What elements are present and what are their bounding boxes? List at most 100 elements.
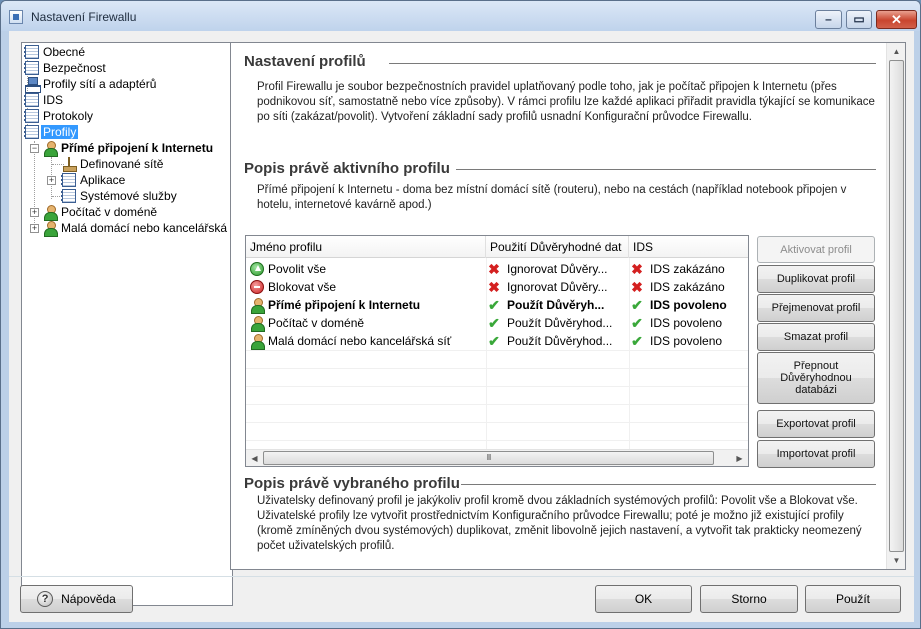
tree-item-defined-networks[interactable]: Definované sítě: [62, 156, 165, 172]
row-separator: [246, 422, 748, 423]
document-icon: [24, 93, 39, 107]
horizontal-scrollbar[interactable]: ◀ III ▶: [246, 449, 748, 466]
tree-item-protokoly[interactable]: Protokoly: [24, 108, 95, 124]
scroll-down-icon[interactable]: ▼: [889, 553, 904, 568]
cross-icon: ✖: [631, 261, 643, 277]
delete-profile-button[interactable]: Smazat profil: [757, 323, 875, 351]
scroll-up-icon[interactable]: ▲: [889, 44, 904, 59]
close-button[interactable]: ✕: [876, 10, 917, 29]
column-header-trusted[interactable]: Použití Důvěryhodné dat: [486, 236, 629, 258]
footer-divider: [9, 576, 914, 577]
profiles-list-header: Jméno profilu Použití Důvěryhodné dat ID…: [246, 236, 748, 258]
person-icon: [250, 316, 265, 332]
expand-icon[interactable]: +: [30, 224, 39, 233]
tree-item-domain-computer[interactable]: Počítač v doméně: [43, 204, 159, 221]
cross-icon: ✖: [631, 279, 643, 295]
ids-value: IDS povoleno: [650, 316, 723, 330]
ok-button[interactable]: OK: [595, 585, 692, 613]
profile-name: Povolit vše: [268, 262, 327, 276]
tree-item-profily[interactable]: Profily: [24, 124, 79, 140]
tree-item-direct-connection[interactable]: Přímé připojení k Internetu: [43, 140, 215, 157]
vertical-scroll-thumb[interactable]: [889, 60, 904, 552]
table-row[interactable]: Blokovat vše ✖ Ignorovat Důvěry... ✖ IDS z…: [246, 278, 748, 296]
duplicate-profile-button[interactable]: Duplikovat profil: [757, 265, 875, 293]
profile-name: Počítač v doméně: [268, 316, 365, 330]
row-separator: [246, 386, 748, 387]
row-separator: [246, 440, 748, 441]
trusted-data-value: Použít Důvěryhod...: [507, 334, 613, 348]
minimize-button[interactable]: –: [815, 10, 842, 29]
collapse-icon[interactable]: −: [30, 144, 39, 153]
maximize-icon: ▭: [853, 12, 865, 26]
app-icon: [9, 10, 23, 24]
person-icon: [250, 334, 265, 350]
apply-button[interactable]: Použít: [805, 585, 901, 613]
activate-profile-button[interactable]: Aktivovat profil: [757, 236, 875, 263]
cross-icon: ✖: [488, 261, 500, 277]
table-row[interactable]: Počítač v doméně ✔ Použít Důvěryhod... ✔ I…: [246, 314, 748, 332]
person-icon: [43, 141, 58, 157]
column-header-ids[interactable]: IDS: [629, 236, 748, 258]
section-divider: [461, 484, 876, 485]
help-button[interactable]: ? Nápověda: [20, 585, 133, 613]
ids-value: IDS zakázáno: [650, 262, 725, 276]
column-header-name[interactable]: Jméno profilu: [246, 236, 486, 258]
table-row-active[interactable]: Přímé připojení k Internetu ✔ Použít Důvě…: [246, 296, 748, 314]
section-divider: [389, 63, 876, 64]
horizontal-scroll-thumb[interactable]: III: [263, 451, 714, 465]
section-title-selected-profile: Popis právě vybraného profilu: [244, 475, 460, 492]
vertical-scrollbar[interactable]: ▲ ▼: [886, 43, 905, 569]
section-divider: [456, 169, 876, 170]
tree-line: [34, 141, 35, 231]
maximize-button[interactable]: ▭: [846, 10, 872, 29]
title-bar[interactable]: Nastavení Firewallu – ▭ ✕: [1, 1, 920, 31]
tree-item-system-services[interactable]: Systémové služby: [61, 188, 179, 204]
tree-item-network-profiles[interactable]: Profily sítí a adaptérů: [25, 76, 158, 93]
profile-name: Blokovat vše: [268, 280, 337, 294]
applications-icon: [61, 173, 76, 187]
window-title: Nastavení Firewallu: [31, 10, 137, 24]
row-separator: [246, 404, 748, 405]
check-icon: ✔: [488, 315, 500, 331]
check-icon: ✔: [631, 333, 643, 349]
tree-item-ids[interactable]: IDS: [24, 92, 65, 108]
minimize-icon: –: [825, 12, 832, 26]
table-row[interactable]: Povolit vše ✖ Ignorovat Důvěry... ✖ IDS za…: [246, 260, 748, 278]
profiles-list[interactable]: Jméno profilu Použití Důvěryhodné dat ID…: [245, 235, 749, 467]
network-icon: [25, 77, 41, 93]
dialog-client: Obecné Bezpečnost Profily sítí a adaptér…: [9, 31, 914, 622]
block-all-icon: [250, 280, 264, 294]
profile-name: Malá domácí nebo kancelářská síť: [268, 334, 452, 348]
ids-value: IDS povoleno: [650, 298, 727, 312]
tree-item-bezpecnost[interactable]: Bezpečnost: [24, 60, 108, 76]
trusted-data-value: Ignorovat Důvěry...: [507, 280, 608, 294]
person-icon: [43, 205, 58, 221]
rename-profile-button[interactable]: Přejmenovat profil: [757, 294, 875, 322]
help-label: Nápověda: [61, 592, 116, 606]
profile-name: Přímé připojení k Internetu: [268, 298, 421, 312]
table-row[interactable]: Malá domácí nebo kancelářská síť ✔ Použít…: [246, 332, 748, 350]
settings-tree[interactable]: Obecné Bezpečnost Profily sítí a adaptér…: [21, 42, 233, 606]
export-profile-button[interactable]: Exportovat profil: [757, 410, 875, 438]
expand-icon[interactable]: +: [47, 176, 56, 185]
tree-item-obecne[interactable]: Obecné: [24, 44, 87, 60]
document-icon: [24, 109, 39, 123]
tree-item-applications[interactable]: Aplikace: [61, 172, 127, 188]
help-icon: ?: [37, 591, 54, 607]
switch-trusted-database-button[interactable]: Přepnout Důvěryhodnou databázi: [757, 352, 875, 404]
defined-networks-icon: [62, 157, 77, 172]
expand-icon[interactable]: +: [30, 208, 39, 217]
cross-icon: ✖: [488, 279, 500, 295]
check-icon: ✔: [488, 333, 500, 349]
person-icon: [43, 221, 58, 237]
tree-item-small-office[interactable]: Malá domácí nebo kancelářská síť: [43, 220, 232, 237]
check-icon: ✔: [631, 297, 643, 313]
active-profile-description: Přímé připojení k Internetu - doma bez m…: [257, 184, 847, 211]
scroll-right-icon[interactable]: ▶: [732, 451, 747, 466]
cancel-button[interactable]: Storno: [700, 585, 798, 613]
check-icon: ✔: [488, 297, 500, 313]
selected-profile-description: Uživatelsky definovaný profil je jakýkol…: [257, 495, 862, 552]
scroll-left-icon[interactable]: ◀: [247, 451, 262, 466]
import-profile-button[interactable]: Importovat profil: [757, 440, 875, 468]
ids-value: IDS zakázáno: [650, 280, 725, 294]
